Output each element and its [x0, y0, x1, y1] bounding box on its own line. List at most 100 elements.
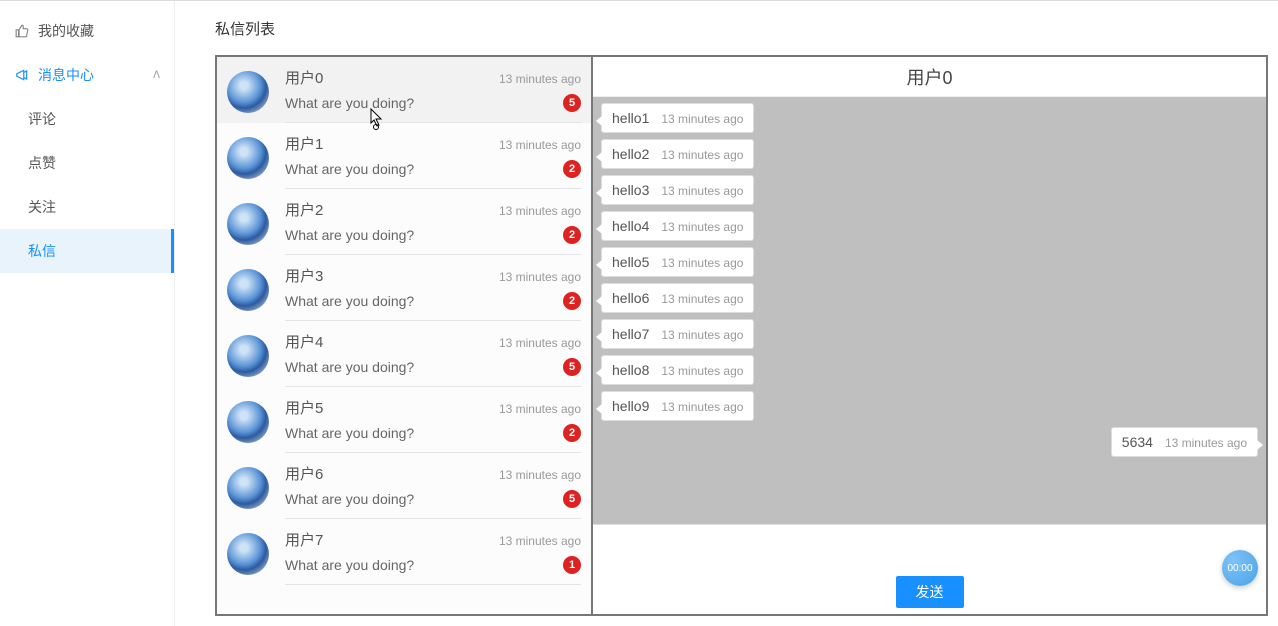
chevron-up-icon: ᐱ	[153, 70, 160, 81]
message-bubble: hello5 13 minutes ago	[601, 247, 754, 277]
page-title-text: 私信列表	[215, 18, 275, 39]
chat-compose-area[interactable]: 发送	[593, 524, 1266, 614]
sidebar: 我的收藏 消息中心 ᐱ 评论 点赞 关注 私信	[0, 1, 175, 626]
message-time: 13 minutes ago	[661, 112, 743, 126]
chat-panel: 用户0 hello1 13 minutes ago hello2 13 minu…	[593, 57, 1266, 614]
avatar	[227, 269, 269, 311]
conversation-scroll[interactable]: 用户0 13 minutes ago What are you doing? 5…	[217, 57, 591, 614]
timer-text: 00:00	[1227, 563, 1252, 574]
message-text: hello9	[612, 398, 649, 414]
conversation-name: 用户2	[285, 199, 323, 220]
message-text: hello6	[612, 290, 649, 306]
conversation-preview: What are you doing?	[285, 491, 414, 507]
avatar	[227, 203, 269, 245]
avatar	[227, 467, 269, 509]
message-row: hello7 13 minutes ago	[601, 319, 1258, 349]
avatar	[227, 533, 269, 575]
message-time: 13 minutes ago	[661, 292, 743, 306]
conversation-item[interactable]: 用户4 13 minutes ago What are you doing? 5	[217, 321, 591, 387]
conversation-item[interactable]: 用户3 13 minutes ago What are you doing? 2	[217, 255, 591, 321]
announce-icon	[14, 67, 30, 83]
sidebar-item-follows[interactable]: 关注	[0, 185, 174, 229]
message-time: 13 minutes ago	[661, 148, 743, 162]
unread-badge: 5	[563, 358, 581, 376]
message-text: hello2	[612, 146, 649, 162]
sidebar-item-likes[interactable]: 点赞	[0, 141, 174, 185]
conversation-preview: What are you doing?	[285, 95, 414, 111]
conversation-name: 用户0	[285, 67, 323, 88]
conversation-time: 13 minutes ago	[499, 534, 581, 548]
message-time: 13 minutes ago	[661, 328, 743, 342]
message-text: hello8	[612, 362, 649, 378]
chat-messages-scroll[interactable]: hello1 13 minutes ago hello2 13 minutes …	[593, 97, 1266, 524]
sidebar-item-comments[interactable]: 评论	[0, 97, 174, 141]
conversation-preview: What are you doing?	[285, 359, 414, 375]
unread-badge: 2	[563, 424, 581, 442]
conversation-item[interactable]: 用户0 13 minutes ago What are you doing? 5	[217, 57, 591, 123]
conversation-time: 13 minutes ago	[499, 402, 581, 416]
floating-timer-badge[interactable]: 00:00	[1222, 550, 1258, 586]
message-text: hello1	[612, 110, 649, 126]
avatar	[227, 137, 269, 179]
message-text: hello4	[612, 218, 649, 234]
message-time: 13 minutes ago	[661, 220, 743, 234]
conversation-name: 用户1	[285, 133, 323, 154]
message-time: 13 minutes ago	[661, 184, 743, 198]
message-row: hello1 13 minutes ago	[601, 103, 1258, 133]
unread-badge: 5	[563, 490, 581, 508]
sidebar-label: 消息中心	[38, 65, 94, 85]
avatar	[227, 401, 269, 443]
send-button[interactable]: 发送	[896, 576, 964, 608]
conversation-preview: What are you doing?	[285, 293, 414, 309]
conversation-item[interactable]: 用户5 13 minutes ago What are you doing? 2	[217, 387, 591, 453]
unread-badge: 1	[563, 556, 581, 574]
sidebar-sub-label: 评论	[28, 109, 56, 129]
conversation-preview: What are you doing?	[285, 161, 414, 177]
conversation-time: 13 minutes ago	[499, 336, 581, 350]
conversation-name: 用户7	[285, 529, 323, 550]
message-bubble: hello1 13 minutes ago	[601, 103, 754, 133]
conversation-item[interactable]: 用户6 13 minutes ago What are you doing? 5	[217, 453, 591, 519]
avatar	[227, 71, 269, 113]
sidebar-item-message-center[interactable]: 消息中心 ᐱ	[0, 53, 174, 97]
conversation-item[interactable]: 用户2 13 minutes ago What are you doing? 2	[217, 189, 591, 255]
sidebar-sub-label: 私信	[28, 241, 56, 261]
sidebar-label: 我的收藏	[38, 21, 94, 41]
main-content: 私信列表 用户0 13 minutes ago What are you doi…	[175, 1, 1278, 626]
chat-title: 用户0	[906, 64, 952, 90]
message-bubble: hello8 13 minutes ago	[601, 355, 754, 385]
chat-header: 用户0	[593, 57, 1266, 97]
conversation-time: 13 minutes ago	[499, 72, 581, 86]
message-bubble: hello7 13 minutes ago	[601, 319, 754, 349]
message-row: hello8 13 minutes ago	[601, 355, 1258, 385]
conversation-time: 13 minutes ago	[499, 138, 581, 152]
message-row: hello2 13 minutes ago	[601, 139, 1258, 169]
conversation-list-panel: 用户0 13 minutes ago What are you doing? 5…	[217, 57, 593, 614]
conversation-time: 13 minutes ago	[499, 204, 581, 218]
sidebar-item-dm[interactable]: 私信	[0, 229, 174, 273]
conversation-item[interactable]: 用户1 13 minutes ago What are you doing? 2	[217, 123, 591, 189]
message-bubble: 5634 13 minutes ago	[1111, 427, 1258, 457]
conversation-name: 用户6	[285, 463, 323, 484]
message-time: 13 minutes ago	[1165, 436, 1247, 450]
sidebar-sub-label: 关注	[28, 197, 56, 217]
conversation-item[interactable]: 用户7 13 minutes ago What are you doing? 1	[217, 519, 591, 585]
message-time: 13 minutes ago	[661, 364, 743, 378]
message-row: hello4 13 minutes ago	[601, 211, 1258, 241]
message-row: hello9 13 minutes ago	[601, 391, 1258, 421]
message-time: 13 minutes ago	[661, 256, 743, 270]
message-text: hello7	[612, 326, 649, 342]
message-text: 5634	[1122, 434, 1153, 450]
unread-badge: 5	[563, 94, 581, 112]
sidebar-item-favorites[interactable]: 我的收藏	[0, 9, 174, 53]
sidebar-sub-label: 点赞	[28, 153, 56, 173]
message-bubble: hello6 13 minutes ago	[601, 283, 754, 313]
message-row: hello3 13 minutes ago	[601, 175, 1258, 205]
conversation-time: 13 minutes ago	[499, 270, 581, 284]
message-row: 5634 13 minutes ago	[601, 427, 1258, 457]
unread-badge: 2	[563, 160, 581, 178]
message-text: hello3	[612, 182, 649, 198]
message-bubble: hello4 13 minutes ago	[601, 211, 754, 241]
conversation-name: 用户3	[285, 265, 323, 286]
message-bubble: hello9 13 minutes ago	[601, 391, 754, 421]
